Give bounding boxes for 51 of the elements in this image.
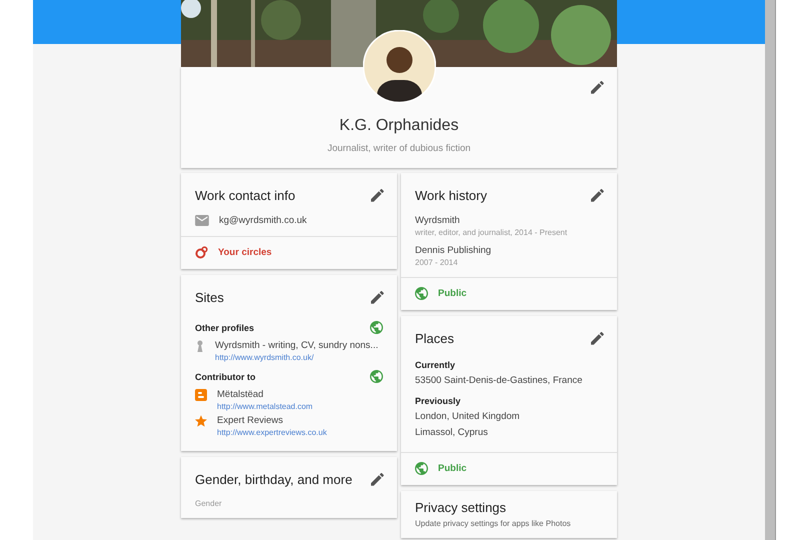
card-title: Work history xyxy=(415,188,487,202)
card-title: Places xyxy=(415,330,454,346)
card-title: Work contact info xyxy=(195,188,296,202)
card-title: Privacy settings xyxy=(415,500,506,515)
field-label: Gender xyxy=(195,499,223,508)
globe-icon xyxy=(415,287,428,300)
edit-icon xyxy=(590,80,604,94)
site-title: Mëtalstëad xyxy=(217,389,264,400)
visibility-label: Public xyxy=(438,463,467,474)
profile-tagline: Journalist, writer of dubious fiction xyxy=(327,143,471,154)
employer-name: Wyrdsmith xyxy=(415,215,461,226)
site-link[interactable]: http://www.expertreviews.co.uk xyxy=(217,428,327,437)
edit-button[interactable] xyxy=(589,187,605,203)
tower-icon xyxy=(195,340,205,352)
card-title: Sites xyxy=(195,290,224,304)
employer-name: Dennis Publishing xyxy=(415,245,492,256)
edit-button[interactable] xyxy=(589,330,605,346)
scrollbar[interactable] xyxy=(765,0,776,540)
edit-icon xyxy=(590,332,604,344)
edit-icon xyxy=(370,188,384,202)
edit-button[interactable] xyxy=(369,187,385,203)
edit-icon xyxy=(590,188,604,202)
circles-link[interactable]: Your circles xyxy=(218,247,272,258)
profile-name: K.G. Orphanides xyxy=(339,117,459,135)
place-text: 53500 Saint-Denis-de-Gastines, France xyxy=(415,375,584,386)
globe-icon xyxy=(415,462,428,475)
edit-button[interactable] xyxy=(369,471,385,487)
site-link[interactable]: http://www.metalstead.com xyxy=(217,402,313,411)
card-title: Gender, birthday, and more xyxy=(195,472,352,486)
section-heading: Currently xyxy=(415,360,456,370)
privacy-description: Update privacy settings for apps like Photos xyxy=(415,519,572,528)
place-text: London, United Kingdom xyxy=(415,411,521,422)
site-title: Expert Reviews xyxy=(217,415,284,426)
edit-button[interactable] xyxy=(589,79,605,95)
blog-icon xyxy=(195,389,207,401)
place-text: Limassol, Cyprus xyxy=(415,427,489,438)
visibility-label: Public xyxy=(438,288,467,299)
section-heading: Contributor to xyxy=(195,372,256,382)
star-icon xyxy=(195,415,207,427)
job-detail: writer, editor, and journalist, 2014 - Present xyxy=(415,228,568,237)
circles-icon xyxy=(195,246,208,259)
edit-icon xyxy=(370,472,384,486)
email-text: kg@wyrdsmith.co.uk xyxy=(219,215,307,226)
edit-icon xyxy=(370,290,384,304)
site-title: Wyrdsmith - writing, CV, sundry nons... xyxy=(215,340,378,351)
job-detail: 2007 - 2014 xyxy=(415,258,459,267)
section-heading: Other profiles xyxy=(195,322,254,332)
mail-icon xyxy=(195,215,209,226)
edit-button[interactable] xyxy=(369,289,385,305)
site-link[interactable]: http://www.wyrdsmith.co.uk/ xyxy=(215,353,378,362)
section-heading: Previously xyxy=(415,396,462,406)
